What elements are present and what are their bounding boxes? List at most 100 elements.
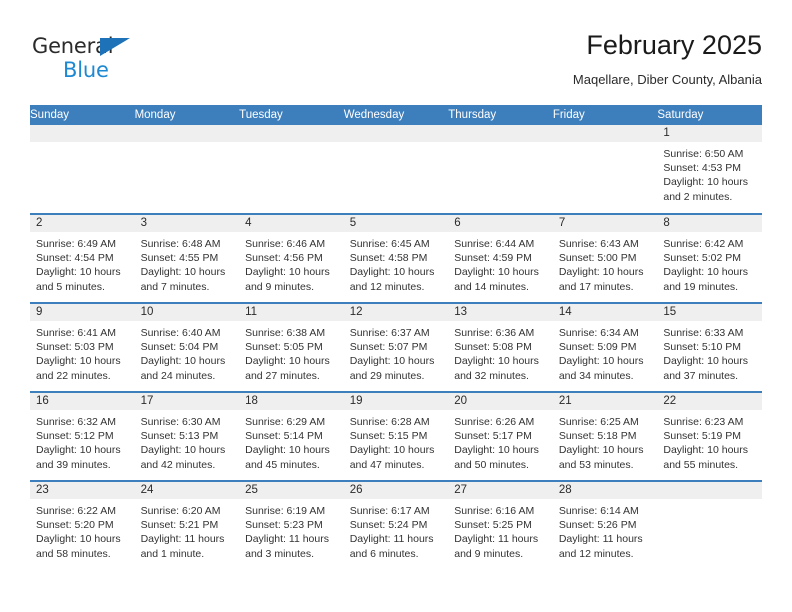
- calendar-cell-empty: [30, 125, 135, 214]
- day-cell[interactable]: 8 Sunrise: 6:42 AM Sunset: 5:02 PM Daylight…: [657, 215, 762, 302]
- day-cell[interactable]: 16 Sunrise: 6:32 AM Sunset: 5:12 PM Dayligh…: [30, 393, 135, 480]
- sunset-text: Sunset: 5:02 PM: [663, 252, 742, 265]
- day-cell[interactable]: 11 Sunrise: 6:38 AM Sunset: 5:05 PM Dayligh…: [239, 304, 344, 391]
- weekday-header-wednesday: Wednesday: [343, 105, 449, 125]
- daylight-text: Daylight: 11 hours and 3 minutes.: [245, 533, 329, 560]
- day-cell[interactable]: 2 Sunrise: 6:49 AM Sunset: 4:54 PM Daylight…: [30, 215, 135, 302]
- day-number: 8: [657, 215, 762, 232]
- day-cell[interactable]: 3 Sunrise: 6:48 AM Sunset: 4:55 PM Daylight…: [134, 215, 240, 302]
- calendar-header-row: Sunday Monday Tuesday Wednesday Thursday…: [30, 105, 762, 125]
- day-details: Sunrise: 6:38 AM Sunset: 5:05 PM Daylight:…: [239, 321, 344, 383]
- daylight-text: Daylight: 10 hours and 2 minutes.: [663, 176, 749, 203]
- sunset-text: Sunset: 5:12 PM: [36, 430, 114, 443]
- calendar-cell-day-23: 23 Sunrise: 6:22 AM Sunset: 5:20 PM Dayligh…: [30, 480, 135, 570]
- day-number: 13: [448, 304, 553, 321]
- day-number: 12: [343, 304, 449, 321]
- daylight-text: Daylight: 10 hours and 32 minutes.: [454, 355, 539, 382]
- day-cell[interactable]: 26 Sunrise: 6:17 AM Sunset: 5:24 PM Dayligh…: [343, 482, 449, 569]
- weekday-header-friday: Friday: [552, 105, 658, 125]
- day-cell[interactable]: 7 Sunrise: 6:43 AM Sunset: 5:00 PM Daylight…: [552, 215, 658, 302]
- logo-text-general: General: [32, 36, 192, 59]
- page-header: General Blue February 2025 Maqellare, Di…: [30, 28, 762, 96]
- daylight-text: Daylight: 11 hours and 1 minute.: [140, 533, 225, 560]
- day-cell[interactable]: 27 Sunrise: 6:16 AM Sunset: 5:25 PM Dayligh…: [448, 482, 553, 569]
- daylight-text: Daylight: 10 hours and 22 minutes.: [36, 355, 121, 382]
- day-number: 14: [552, 304, 658, 321]
- daylight-text: Daylight: 10 hours and 37 minutes.: [663, 355, 749, 382]
- day-details: Sunrise: 6:17 AM Sunset: 5:24 PM Daylight:…: [344, 499, 449, 561]
- day-number: 19: [343, 393, 449, 410]
- day-number: 26: [343, 482, 449, 499]
- sunrise-text: Sunrise: 6:45 AM: [349, 238, 430, 250]
- sunset-text: Sunset: 5:00 PM: [558, 252, 637, 265]
- calendar-cell-day-26: 26 Sunrise: 6:17 AM Sunset: 5:24 PM Dayligh…: [343, 480, 449, 570]
- calendar-cell-day-3: 3 Sunrise: 6:48 AM Sunset: 4:55 PM Daylight…: [134, 213, 240, 303]
- day-cell[interactable]: 9 Sunrise: 6:41 AM Sunset: 5:03 PM Daylight…: [30, 304, 135, 391]
- day-details: Sunrise: 6:33 AM Sunset: 5:10 PM Daylight:…: [657, 321, 762, 383]
- day-cell[interactable]: 4 Sunrise: 6:46 AM Sunset: 4:56 PM Daylight…: [239, 215, 344, 302]
- day-number: 7: [552, 215, 658, 232]
- calendar-cell-day-11: 11 Sunrise: 6:38 AM Sunset: 5:05 PM Dayligh…: [239, 302, 344, 392]
- general-blue-logo[interactable]: General Blue: [32, 36, 192, 90]
- day-cell[interactable]: 13 Sunrise: 6:36 AM Sunset: 5:08 PM Dayligh…: [448, 304, 553, 391]
- sunset-text: Sunset: 5:14 PM: [245, 430, 323, 443]
- day-details: Sunrise: 6:37 AM Sunset: 5:07 PM Daylight:…: [344, 321, 449, 383]
- day-cell[interactable]: 24 Sunrise: 6:20 AM Sunset: 5:21 PM Dayligh…: [134, 482, 240, 569]
- sunrise-text: Sunrise: 6:43 AM: [558, 238, 639, 250]
- day-details: Sunrise: 6:44 AM Sunset: 4:59 PM Daylight:…: [448, 232, 553, 294]
- day-details: Sunrise: 6:25 AM Sunset: 5:18 PM Daylight:…: [553, 410, 658, 472]
- calendar-cell-day-18: 18 Sunrise: 6:29 AM Sunset: 5:14 PM Dayligh…: [239, 391, 344, 481]
- day-details: Sunrise: 6:30 AM Sunset: 5:13 PM Daylight:…: [135, 410, 240, 472]
- calendar-cell-day-20: 20 Sunrise: 6:26 AM Sunset: 5:17 PM Dayligh…: [448, 391, 553, 481]
- day-cell-empty: [30, 125, 135, 212]
- sunset-text: Sunset: 5:05 PM: [245, 341, 323, 354]
- day-cell[interactable]: 19 Sunrise: 6:28 AM Sunset: 5:15 PM Dayligh…: [343, 393, 449, 480]
- calendar-cell-day-22: 22 Sunrise: 6:23 AM Sunset: 5:19 PM Dayligh…: [657, 391, 762, 481]
- day-cell[interactable]: 25 Sunrise: 6:19 AM Sunset: 5:23 PM Dayligh…: [239, 482, 344, 569]
- day-cell[interactable]: 10 Sunrise: 6:40 AM Sunset: 5:04 PM Dayligh…: [134, 304, 240, 391]
- day-number-placeholder: [657, 482, 762, 499]
- daylight-text: Daylight: 10 hours and 39 minutes.: [36, 444, 121, 471]
- day-cell[interactable]: 22 Sunrise: 6:23 AM Sunset: 5:19 PM Dayligh…: [657, 393, 762, 480]
- day-cell[interactable]: 28 Sunrise: 6:14 AM Sunset: 5:26 PM Dayligh…: [552, 482, 658, 569]
- sunrise-text: Sunrise: 6:32 AM: [36, 416, 116, 428]
- sunset-text: Sunset: 5:15 PM: [349, 430, 428, 443]
- calendar-table: Sunday Monday Tuesday Wednesday Thursday…: [30, 105, 762, 570]
- calendar-cell-empty: [552, 125, 658, 214]
- day-details: Sunrise: 6:50 AM Sunset: 4:53 PM Daylight:…: [657, 142, 762, 204]
- title-block: February 2025 Maqellare, Diber County, A…: [573, 28, 762, 88]
- day-cell[interactable]: 6 Sunrise: 6:44 AM Sunset: 4:59 PM Daylight…: [448, 215, 553, 302]
- day-number: 21: [552, 393, 658, 410]
- day-cell[interactable]: 5 Sunrise: 6:45 AM Sunset: 4:58 PM Daylight…: [343, 215, 449, 302]
- day-cell[interactable]: 14 Sunrise: 6:34 AM Sunset: 5:09 PM Dayligh…: [552, 304, 658, 391]
- calendar-week-row: 23 Sunrise: 6:22 AM Sunset: 5:20 PM Dayligh…: [30, 480, 762, 570]
- sunrise-text: Sunrise: 6:16 AM: [454, 505, 535, 517]
- day-cell[interactable]: 17 Sunrise: 6:30 AM Sunset: 5:13 PM Dayligh…: [134, 393, 240, 480]
- sunset-text: Sunset: 4:59 PM: [454, 252, 532, 265]
- day-details: Sunrise: 6:23 AM Sunset: 5:19 PM Daylight:…: [657, 410, 762, 472]
- day-cell[interactable]: 23 Sunrise: 6:22 AM Sunset: 5:20 PM Dayligh…: [30, 482, 135, 569]
- daylight-text: Daylight: 10 hours and 47 minutes.: [349, 444, 435, 471]
- day-details: Sunrise: 6:46 AM Sunset: 4:56 PM Daylight:…: [239, 232, 344, 294]
- day-number: 11: [239, 304, 344, 321]
- day-cell[interactable]: 18 Sunrise: 6:29 AM Sunset: 5:14 PM Dayligh…: [239, 393, 344, 480]
- sunrise-text: Sunrise: 6:14 AM: [558, 505, 639, 517]
- day-number-placeholder: [134, 125, 240, 142]
- day-number: 4: [239, 215, 344, 232]
- day-number: 6: [448, 215, 553, 232]
- calendar-cell-day-27: 27 Sunrise: 6:16 AM Sunset: 5:25 PM Dayligh…: [448, 480, 553, 570]
- day-cell[interactable]: 21 Sunrise: 6:25 AM Sunset: 5:18 PM Dayligh…: [552, 393, 658, 480]
- daylight-text: Daylight: 10 hours and 55 minutes.: [663, 444, 749, 471]
- day-cell[interactable]: 1 Sunrise: 6:50 AM Sunset: 4:53 PM Daylight…: [657, 125, 762, 212]
- day-cell[interactable]: 12 Sunrise: 6:37 AM Sunset: 5:07 PM Dayligh…: [343, 304, 449, 391]
- day-cell-empty: [239, 125, 344, 212]
- sunrise-text: Sunrise: 6:19 AM: [245, 505, 326, 517]
- daylight-text: Daylight: 10 hours and 42 minutes.: [140, 444, 226, 471]
- sunset-text: Sunset: 5:21 PM: [140, 519, 219, 532]
- sunrise-text: Sunrise: 6:29 AM: [245, 416, 326, 428]
- sunrise-text: Sunrise: 6:44 AM: [454, 238, 535, 250]
- day-cell[interactable]: 20 Sunrise: 6:26 AM Sunset: 5:17 PM Dayligh…: [448, 393, 553, 480]
- day-cell[interactable]: 15 Sunrise: 6:33 AM Sunset: 5:10 PM Dayligh…: [657, 304, 762, 391]
- sunset-text: Sunset: 5:18 PM: [558, 430, 637, 443]
- day-number: 10: [134, 304, 240, 321]
